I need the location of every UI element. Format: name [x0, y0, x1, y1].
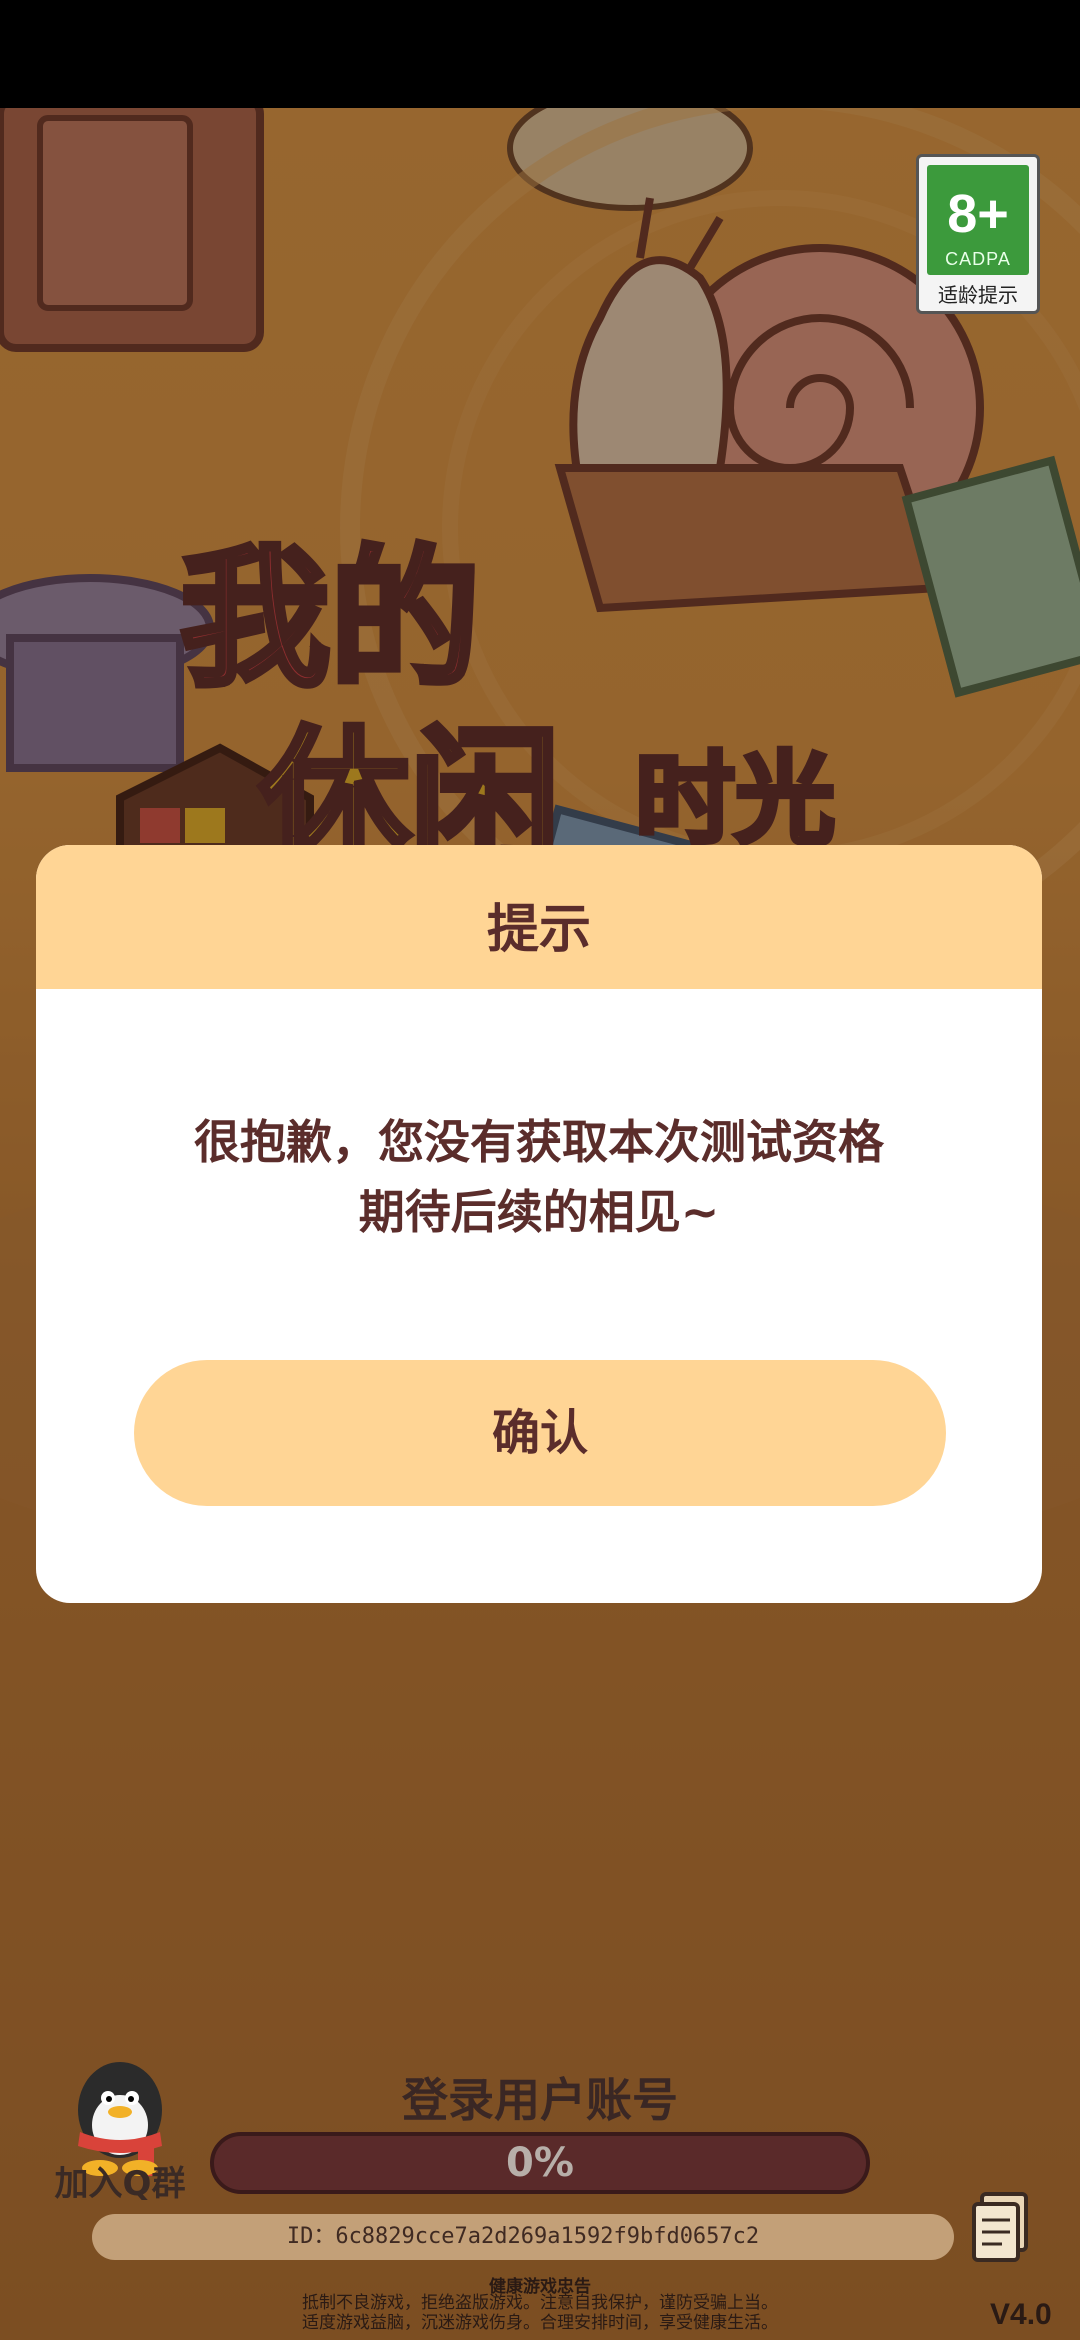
login-status-label: 登录用户账号	[402, 2073, 678, 2127]
health-advice-line-2: 适度游戏益脑，沉迷游戏伤身。合理安排时间，享受健康生活。	[302, 2313, 778, 2333]
age-rating-label: 适龄提示	[938, 283, 1018, 307]
confirm-button[interactable]: 确认	[134, 1360, 946, 1506]
notice-dialog: 提示 很抱歉，您没有获取本次测试资格 期待后续的相见~ 确认	[36, 845, 1042, 1603]
health-advice-text: 抵制不良游戏，拒绝盗版游戏。注意自我保护，谨防受骗上当。 适度游戏益脑，沉迷游戏…	[0, 2293, 1080, 2333]
login-progress-bar: 0%	[210, 2132, 870, 2194]
account-id: ID：6c8829cce7a2d269a1592f9bfd0657c2	[92, 2214, 954, 2260]
progress-percent: 0%	[506, 2140, 574, 2186]
status-bar	[0, 0, 1080, 108]
age-rating-icon: 8+ CADPA	[927, 165, 1029, 275]
age-rating-number: 8+	[947, 184, 1009, 244]
dialog-message-line-1: 很抱歉，您没有获取本次测试资格	[194, 1115, 884, 1169]
health-advice-line-1: 抵制不良游戏，拒绝盗版游戏。注意自我保护，谨防受骗上当。	[302, 2293, 778, 2313]
dialog-message: 很抱歉，您没有获取本次测试资格 期待后续的相见~	[36, 1107, 1042, 1247]
dialog-message-line-2: 期待后续的相见~	[358, 1185, 720, 1239]
document-icon[interactable]	[970, 2190, 1032, 2264]
qq-group-label: 加入Q群	[54, 2164, 186, 2204]
age-rating-org: CADPA	[945, 249, 1011, 269]
version-label: V4.0	[990, 2298, 1052, 2331]
dialog-title: 提示	[486, 900, 591, 960]
age-rating-badge[interactable]: 8+ CADPA 适龄提示	[916, 154, 1040, 314]
